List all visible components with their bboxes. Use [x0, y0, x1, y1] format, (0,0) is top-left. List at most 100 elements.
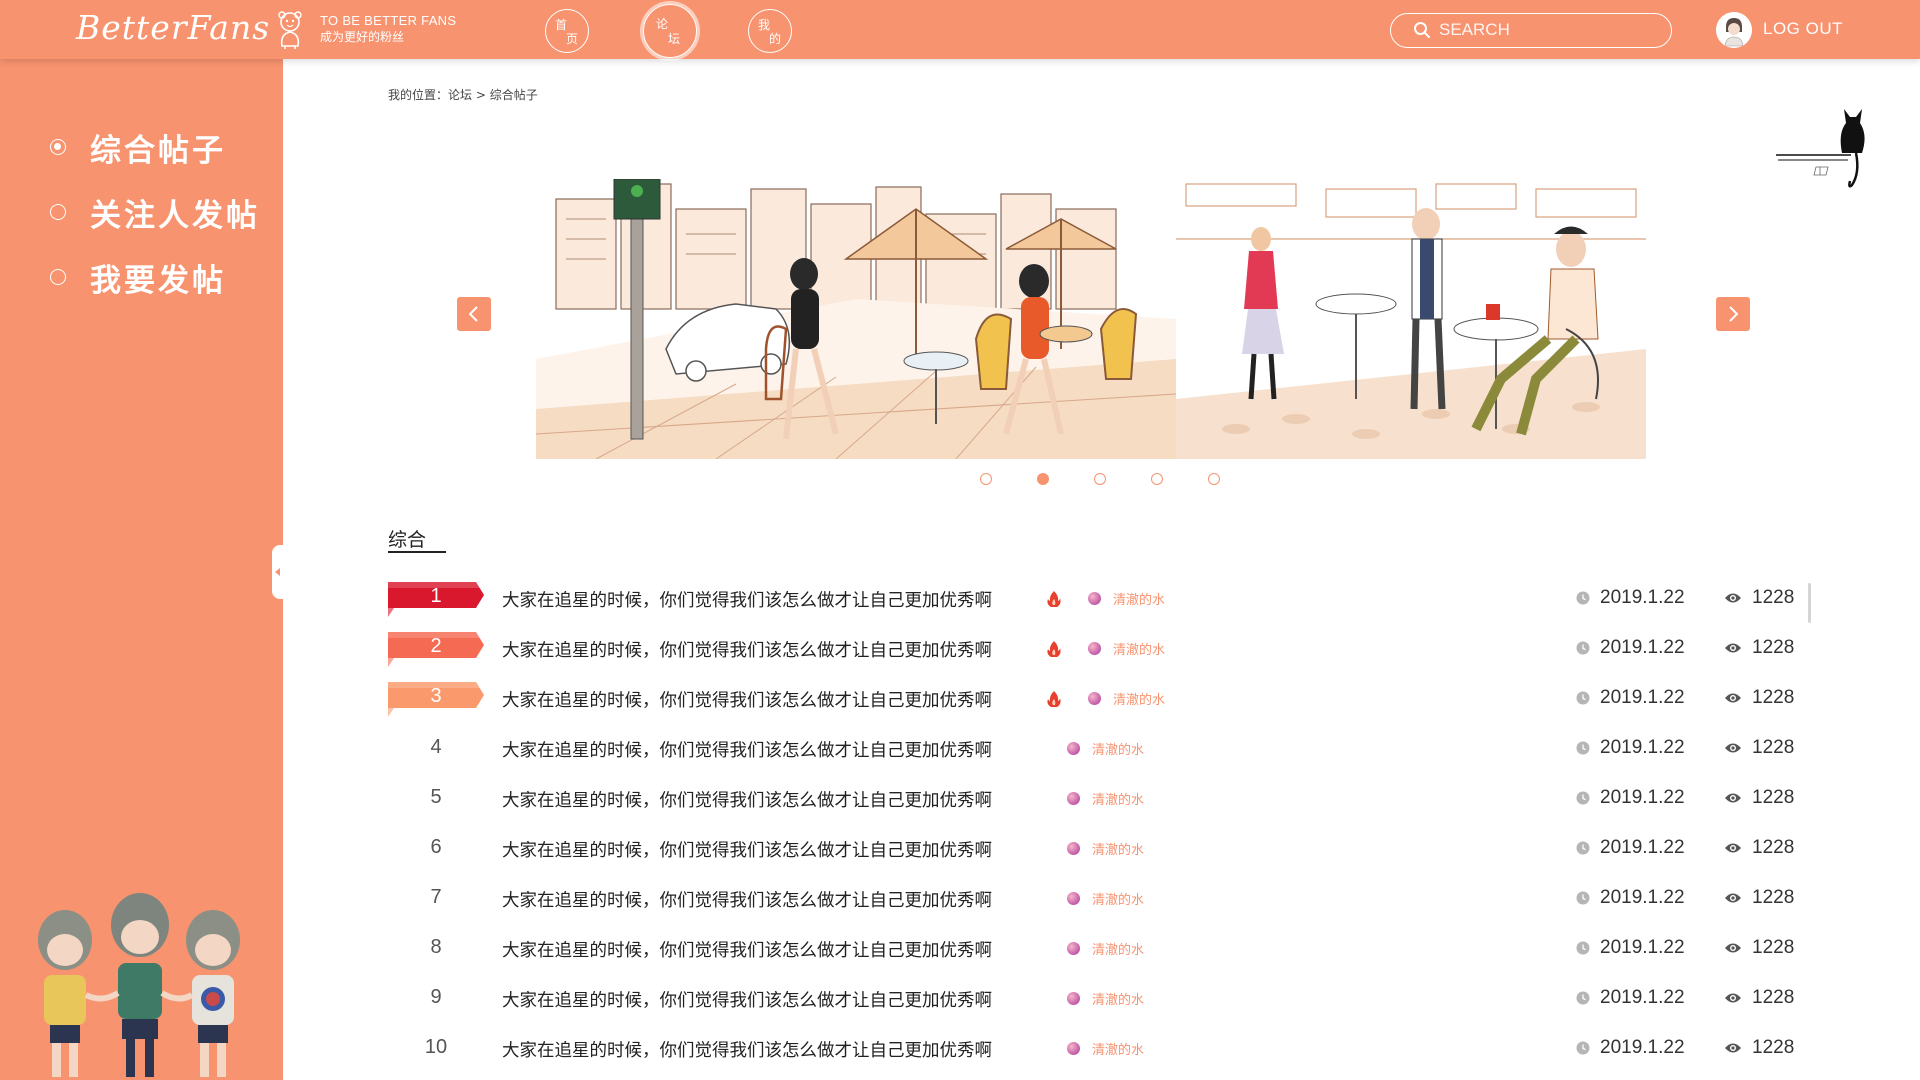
rank-badge: 4: [388, 728, 484, 770]
post-tag[interactable]: 清澈的水: [1067, 889, 1144, 908]
post-date-text: 2019.1.22: [1600, 887, 1685, 908]
rank-badge: 5: [388, 778, 484, 820]
post-tag-label: 清澈的水: [1092, 743, 1145, 758]
post-views: 1228: [1724, 837, 1794, 859]
eye-icon: [1725, 843, 1741, 853]
post-title[interactable]: 大家在追星的时候，你们觉得我们该怎么做才让自己更加优秀啊: [502, 987, 992, 1012]
logout-link[interactable]: LOG OUT: [1763, 19, 1843, 39]
rank-number: 7: [430, 886, 442, 908]
nav-home-char2: 页: [566, 32, 579, 46]
post-tag[interactable]: 清澈的水: [1088, 639, 1165, 658]
sidebar-item-label: 综合帖子: [90, 132, 226, 169]
post-date: 2019.1.22: [1576, 637, 1685, 659]
radio-icon: [50, 204, 66, 220]
post-title[interactable]: 大家在追星的时候，你们觉得我们该怎么做才让自己更加优秀啊: [502, 637, 992, 662]
post-tag-label: 清澈的水: [1092, 843, 1145, 858]
nav-home-button[interactable]: 首 页: [545, 9, 589, 53]
post-date: 2019.1.22: [1576, 837, 1685, 859]
post-row[interactable]: 10 大家在追星的时候，你们觉得我们该怎么做才让自己更加优秀啊 清澈的水 2019.1…: [388, 1028, 1808, 1070]
rank-badge: 8: [388, 928, 484, 970]
sidebar-item-all-posts[interactable]: 综合帖子: [50, 125, 226, 169]
post-date-text: 2019.1.22: [1600, 937, 1685, 958]
breadcrumb-prefix: 我的位置：: [388, 88, 449, 102]
post-title[interactable]: 大家在追星的时候，你们觉得我们该怎么做才让自己更加优秀啊: [502, 687, 992, 712]
post-title[interactable]: 大家在追星的时候，你们觉得我们该怎么做才让自己更加优秀啊: [502, 737, 992, 762]
carousel-dot-4[interactable]: [1151, 473, 1163, 485]
post-row[interactable]: 9 大家在追星的时候，你们觉得我们该怎么做才让自己更加优秀啊 清澈的水 2019.1.…: [388, 978, 1808, 1020]
radio-icon: [50, 269, 66, 285]
slogan-en: TO BE BETTER FANS: [320, 13, 457, 28]
post-date-text: 2019.1.22: [1600, 637, 1685, 658]
post-tag-label: 清澈的水: [1092, 993, 1145, 1008]
post-date-text: 2019.1.22: [1600, 837, 1685, 858]
rank-number: 6: [430, 836, 442, 858]
post-views: 1228: [1724, 737, 1794, 759]
post-title[interactable]: 大家在追星的时候，你们觉得我们该怎么做才让自己更加优秀啊: [502, 1037, 992, 1062]
sidebar-collapse-handle[interactable]: [272, 545, 284, 599]
user-avatar[interactable]: [1716, 12, 1752, 48]
post-row[interactable]: 3 大家在追星的时候，你们觉得我们该怎么做才让自己更加优秀啊 清澈的水 2019.1.…: [388, 678, 1808, 720]
post-date: 2019.1.22: [1576, 937, 1685, 959]
rank-number: 10: [424, 1036, 448, 1058]
post-tag[interactable]: 清澈的水: [1088, 689, 1165, 708]
breadcrumb-parent[interactable]: 论坛: [448, 88, 472, 102]
sidebar-item-label: 我要发帖: [90, 262, 226, 299]
post-row[interactable]: 6 大家在追星的时候，你们觉得我们该怎么做才让自己更加优秀啊 清澈的水 2019.1.…: [388, 828, 1808, 870]
post-tag[interactable]: 清澈的水: [1067, 839, 1144, 858]
carousel-next-button[interactable]: [1716, 297, 1750, 331]
search-icon: [1414, 22, 1430, 38]
chevron-right-icon: [1729, 306, 1739, 322]
rank-number: 8: [430, 936, 442, 958]
carousel-dot-3[interactable]: [1094, 473, 1106, 485]
post-title[interactable]: 大家在追星的时候，你们觉得我们该怎么做才让自己更加优秀啊: [502, 837, 992, 862]
post-tag[interactable]: 清澈的水: [1067, 789, 1144, 808]
carousel-dot-2[interactable]: [1037, 473, 1049, 485]
tag-ball-icon: [1067, 992, 1080, 1005]
post-tag-label: 清澈的水: [1092, 893, 1145, 908]
eye-icon: [1725, 1043, 1741, 1053]
sidebar-item-following-posts[interactable]: 关注人发帖: [50, 190, 260, 234]
post-tag[interactable]: 清澈的水: [1067, 739, 1144, 758]
post-views: 1228: [1724, 1037, 1794, 1059]
post-tag[interactable]: 清澈的水: [1067, 989, 1144, 1008]
carousel-dot-5[interactable]: [1208, 473, 1220, 485]
chevron-left-icon: [468, 306, 478, 322]
carousel-banner[interactable]: [536, 179, 1646, 459]
post-tag[interactable]: 清澈的水: [1067, 1039, 1144, 1058]
post-row[interactable]: 7 大家在追星的时候，你们觉得我们该怎么做才让自己更加优秀啊 清澈的水 2019.1.…: [388, 878, 1808, 920]
post-tag-label: 清澈的水: [1113, 643, 1166, 658]
post-views-count: 1228: [1752, 787, 1795, 808]
nav-forum-button[interactable]: 论 坛: [643, 4, 697, 58]
carousel-dot-1[interactable]: [980, 473, 992, 485]
eye-icon: [1725, 593, 1741, 603]
section-title: 综合: [388, 529, 427, 551]
post-title[interactable]: 大家在追星的时候，你们觉得我们该怎么做才让自己更加优秀啊: [502, 787, 992, 812]
post-title[interactable]: 大家在追星的时候，你们觉得我们该怎么做才让自己更加优秀啊: [502, 937, 992, 962]
clock-icon: [1576, 991, 1590, 1005]
post-tag[interactable]: 清澈的水: [1067, 939, 1144, 958]
post-tag[interactable]: 清澈的水: [1088, 589, 1165, 608]
nav-mine-button[interactable]: 我 的: [748, 9, 792, 53]
post-row[interactable]: 8 大家在追星的时候，你们觉得我们该怎么做才让自己更加优秀啊 清澈的水 2019.1.…: [388, 928, 1808, 970]
post-row[interactable]: 5 大家在追星的时候，你们觉得我们该怎么做才让自己更加优秀啊 清澈的水 2019.1.…: [388, 778, 1808, 820]
search-input[interactable]: [1439, 18, 1659, 42]
hot-fire-icon: [1047, 691, 1061, 707]
post-row[interactable]: 2 大家在追星的时候，你们觉得我们该怎么做才让自己更加优秀啊 清澈的水 2019.1.…: [388, 628, 1808, 670]
post-title[interactable]: 大家在追星的时候，你们觉得我们该怎么做才让自己更加优秀啊: [502, 587, 992, 612]
search-box[interactable]: [1390, 13, 1672, 48]
post-tag-label: 清澈的水: [1092, 1043, 1145, 1058]
post-title[interactable]: 大家在追星的时候，你们觉得我们该怎么做才让自己更加优秀啊: [502, 887, 992, 912]
tag-ball-icon: [1088, 692, 1101, 705]
hot-fire-icon: [1047, 641, 1061, 657]
list-scrollbar[interactable]: [1808, 583, 1811, 623]
breadcrumb: 我的位置：论坛 > 综合帖子: [388, 86, 538, 103]
radio-selected-icon: [50, 139, 66, 155]
post-row[interactable]: 4 大家在追星的时候，你们觉得我们该怎么做才让自己更加优秀啊 清澈的水 2019.1.…: [388, 728, 1808, 770]
sidebar-item-new-post[interactable]: 我要发帖: [50, 255, 226, 299]
brand-logo[interactable]: BetterFans: [76, 8, 270, 47]
carousel-prev-button[interactable]: [457, 297, 491, 331]
hot-fire-icon: [1047, 591, 1061, 607]
post-views: 1228: [1724, 987, 1794, 1009]
post-row[interactable]: 1 大家在追星的时候，你们觉得我们该怎么做才让自己更加优秀啊 清澈的水 2019.1.…: [388, 578, 1808, 620]
eye-icon: [1725, 643, 1741, 653]
